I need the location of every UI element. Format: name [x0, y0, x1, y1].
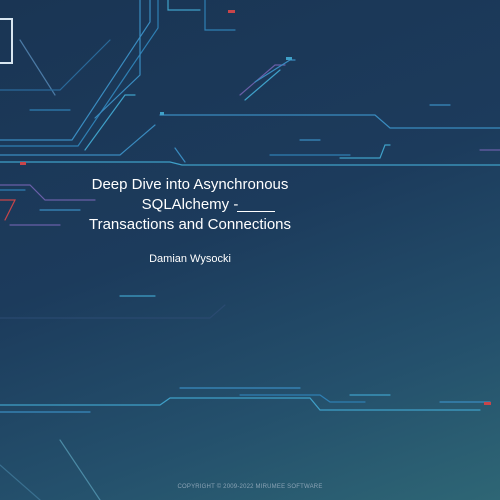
circuit-trace	[204, 0, 236, 31]
circuit-trace	[174, 147, 186, 163]
circuit-trace	[167, 0, 201, 11]
circuit-trace	[159, 114, 500, 129]
circuit-trace	[0, 464, 41, 500]
copyright-notice: COPYRIGHT © 2009-2022 MIRUMEE SOFTWARE	[177, 484, 323, 490]
circuit-trace	[254, 59, 296, 83]
accent-mark	[20, 162, 26, 165]
circuit-trace	[0, 161, 500, 166]
circuit-background	[0, 0, 500, 500]
slide-title-line-3: Transactions and Connections	[88, 216, 292, 233]
circuit-trace	[0, 0, 159, 147]
accent-mark	[484, 402, 491, 405]
circuit-trace	[0, 199, 16, 221]
circuit-trace	[59, 439, 101, 500]
circuit-trace	[239, 64, 286, 96]
circuit-trace	[0, 0, 151, 141]
author-name: Damian Wysocki	[149, 253, 231, 265]
circuit-trace	[19, 39, 56, 96]
circuit-trace	[244, 69, 281, 101]
accent-mark	[228, 10, 235, 13]
slide-title-line-2: SQLAlchemy -	[141, 196, 239, 213]
presentation-slide: Deep Dive into Asynchronous SQLAlchemy -…	[0, 0, 500, 500]
circuit-trace	[94, 0, 141, 119]
accent-mark	[160, 112, 164, 115]
circuit-trace	[0, 304, 226, 319]
corner-frame	[0, 18, 13, 64]
circuit-trace	[339, 144, 391, 159]
slide-title-line-1: Deep Dive into Asynchronous	[91, 176, 289, 193]
title-underline	[237, 211, 275, 212]
circuit-trace	[0, 39, 111, 91]
accent-mark	[286, 57, 292, 60]
circuit-trace	[0, 397, 481, 411]
